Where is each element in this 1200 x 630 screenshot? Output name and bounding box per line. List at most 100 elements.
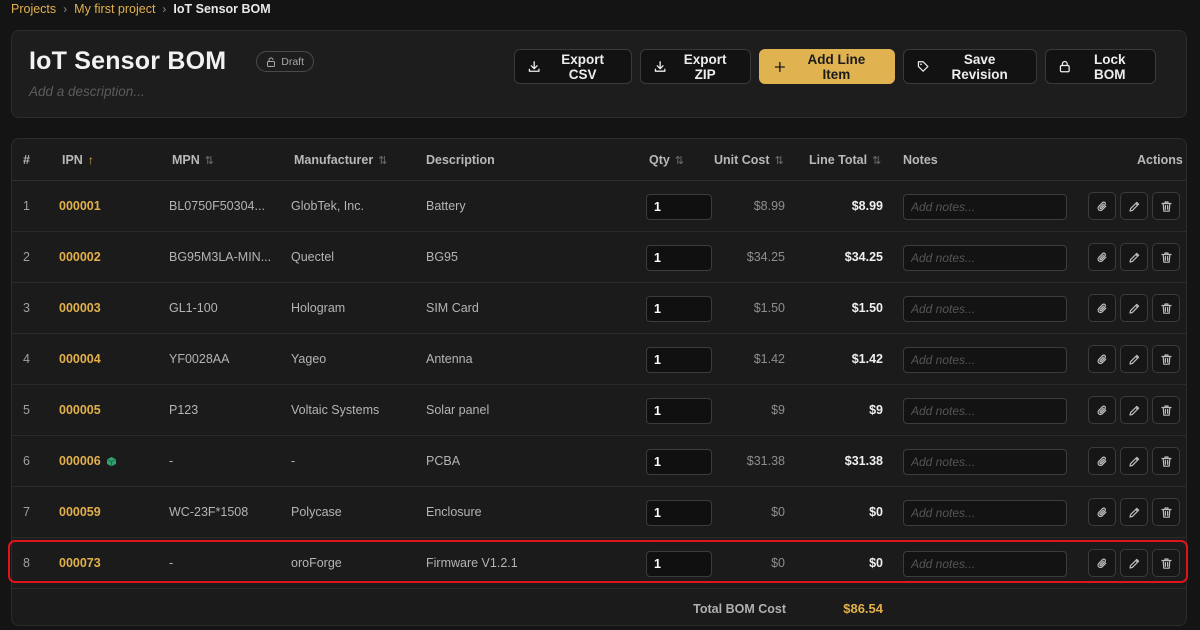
manufacturer-cell: -	[291, 454, 296, 468]
sort-icon: ⇅	[774, 154, 784, 167]
lock-bom-button[interactable]: Lock BOM	[1045, 49, 1156, 84]
edit-button[interactable]	[1120, 294, 1148, 322]
attach-button[interactable]	[1088, 345, 1116, 373]
description-field[interactable]: Add a description...	[29, 84, 145, 99]
line-total-cell: $1.42	[851, 352, 883, 366]
attach-button[interactable]	[1088, 447, 1116, 475]
edit-button[interactable]	[1120, 549, 1148, 577]
qty-input[interactable]	[646, 245, 712, 271]
export-csv-label: Export CSV	[561, 51, 605, 82]
attach-button[interactable]	[1088, 549, 1116, 577]
breadcrumb-project[interactable]: My first project	[74, 2, 155, 16]
add-line-item-button[interactable]: Add Line Item	[759, 49, 895, 84]
col-header-num: #	[23, 153, 30, 167]
description-cell: Enclosure	[426, 505, 482, 519]
notes-input[interactable]	[903, 500, 1067, 526]
notes-input[interactable]	[903, 245, 1067, 271]
attach-button[interactable]	[1088, 498, 1116, 526]
description-cell: PCBA	[426, 454, 461, 468]
delete-button[interactable]	[1152, 447, 1180, 475]
lock-open-icon	[267, 57, 276, 67]
edit-button[interactable]	[1120, 243, 1148, 271]
mpn-cell: -	[169, 556, 174, 570]
export-csv-button[interactable]: Export CSV	[514, 49, 632, 84]
delete-button[interactable]	[1152, 498, 1180, 526]
edit-button[interactable]	[1120, 396, 1148, 424]
line-total-cell: $8.99	[851, 199, 883, 213]
attach-button[interactable]	[1088, 396, 1116, 424]
delete-button[interactable]	[1152, 243, 1180, 271]
sort-icon: ⇅	[872, 154, 882, 167]
ipn-link[interactable]: 000002	[59, 250, 101, 264]
row-number: 3	[23, 301, 30, 315]
mpn-cell: BL0750F50304...	[169, 199, 265, 213]
qty-input[interactable]	[646, 194, 712, 220]
delete-button[interactable]	[1152, 396, 1180, 424]
ipn-link[interactable]: 000073	[59, 556, 101, 570]
attach-button[interactable]	[1088, 294, 1116, 322]
ipn-link[interactable]: 000004	[59, 352, 101, 366]
pencil-icon	[1128, 201, 1139, 212]
notes-input[interactable]	[903, 296, 1067, 322]
ipn-link[interactable]: 000059	[59, 505, 101, 519]
notes-input[interactable]	[903, 194, 1067, 220]
col-header-notes: Notes	[903, 153, 938, 167]
ipn-link[interactable]: 000005	[59, 403, 101, 417]
notes-input[interactable]	[903, 398, 1067, 424]
edit-button[interactable]	[1120, 498, 1148, 526]
delete-button[interactable]	[1152, 192, 1180, 220]
row-number: 4	[23, 352, 30, 366]
line-total-cell: $31.38	[844, 454, 883, 468]
attach-button[interactable]	[1088, 192, 1116, 220]
manufacturer-cell: Yageo	[291, 352, 327, 366]
col-header-unit-cost[interactable]: Unit Cost ⇅	[714, 153, 784, 167]
manufacturer-cell: Hologram	[291, 301, 346, 315]
row-actions	[1088, 549, 1180, 577]
mpn-cell: -	[169, 454, 174, 468]
breadcrumb-projects[interactable]: Projects	[11, 2, 56, 16]
table-header: # IPN ↑ MPN ⇅ Manufacturer ⇅ Description Qt…	[12, 139, 1186, 181]
description-cell: Firmware V1.2.1	[426, 556, 518, 570]
sort-icon: ⇅	[378, 154, 388, 167]
notes-input[interactable]	[903, 347, 1067, 373]
edit-button[interactable]	[1120, 345, 1148, 373]
row-actions	[1088, 345, 1180, 373]
export-zip-button[interactable]: Export ZIP	[640, 49, 751, 84]
save-revision-button[interactable]: Save Revision	[903, 49, 1037, 84]
lock-icon	[1059, 60, 1070, 73]
table-row-3: 3 000003 GL1-100 Hologram SIM Card $1.50…	[12, 283, 1186, 334]
ipn-link[interactable]: 000003	[59, 301, 101, 315]
delete-button[interactable]	[1152, 549, 1180, 577]
qty-input[interactable]	[646, 347, 712, 373]
delete-button[interactable]	[1152, 345, 1180, 373]
qty-input[interactable]	[646, 500, 712, 526]
row-number: 2	[23, 250, 30, 264]
breadcrumb: Projects › My first project › IoT Sensor…	[11, 1, 271, 17]
edit-button[interactable]	[1120, 447, 1148, 475]
notes-input[interactable]	[903, 551, 1067, 577]
col-header-manufacturer[interactable]: Manufacturer ⇅	[294, 153, 387, 167]
ipn-link[interactable]: 000001	[59, 199, 101, 213]
bom-table: # IPN ↑ MPN ⇅ Manufacturer ⇅ Description Qt…	[11, 138, 1187, 626]
mpn-cell: P123	[169, 403, 199, 417]
table-row-1: 1 000001 BL0750F50304... GlobTek, Inc. B…	[12, 181, 1186, 232]
col-header-line-total[interactable]: Line Total ⇅	[809, 153, 881, 167]
plus-icon	[774, 61, 785, 72]
page-title: IoT Sensor BOM	[29, 47, 227, 75]
edit-button[interactable]	[1120, 192, 1148, 220]
col-header-ipn[interactable]: IPN ↑	[62, 153, 94, 167]
line-total-cell: $0	[869, 505, 883, 519]
status-badge-label: Draft	[281, 55, 305, 68]
row-actions	[1088, 192, 1180, 220]
qty-input[interactable]	[646, 551, 712, 577]
qty-input[interactable]	[646, 296, 712, 322]
col-header-qty[interactable]: Qty ⇅	[649, 153, 684, 167]
ipn-link[interactable]: 000006	[59, 454, 117, 468]
qty-input[interactable]	[646, 449, 712, 475]
attach-button[interactable]	[1088, 243, 1116, 271]
delete-button[interactable]	[1152, 294, 1180, 322]
unit-cost-cell: $0	[771, 505, 785, 519]
col-header-mpn[interactable]: MPN ⇅	[172, 153, 214, 167]
qty-input[interactable]	[646, 398, 712, 424]
notes-input[interactable]	[903, 449, 1067, 475]
